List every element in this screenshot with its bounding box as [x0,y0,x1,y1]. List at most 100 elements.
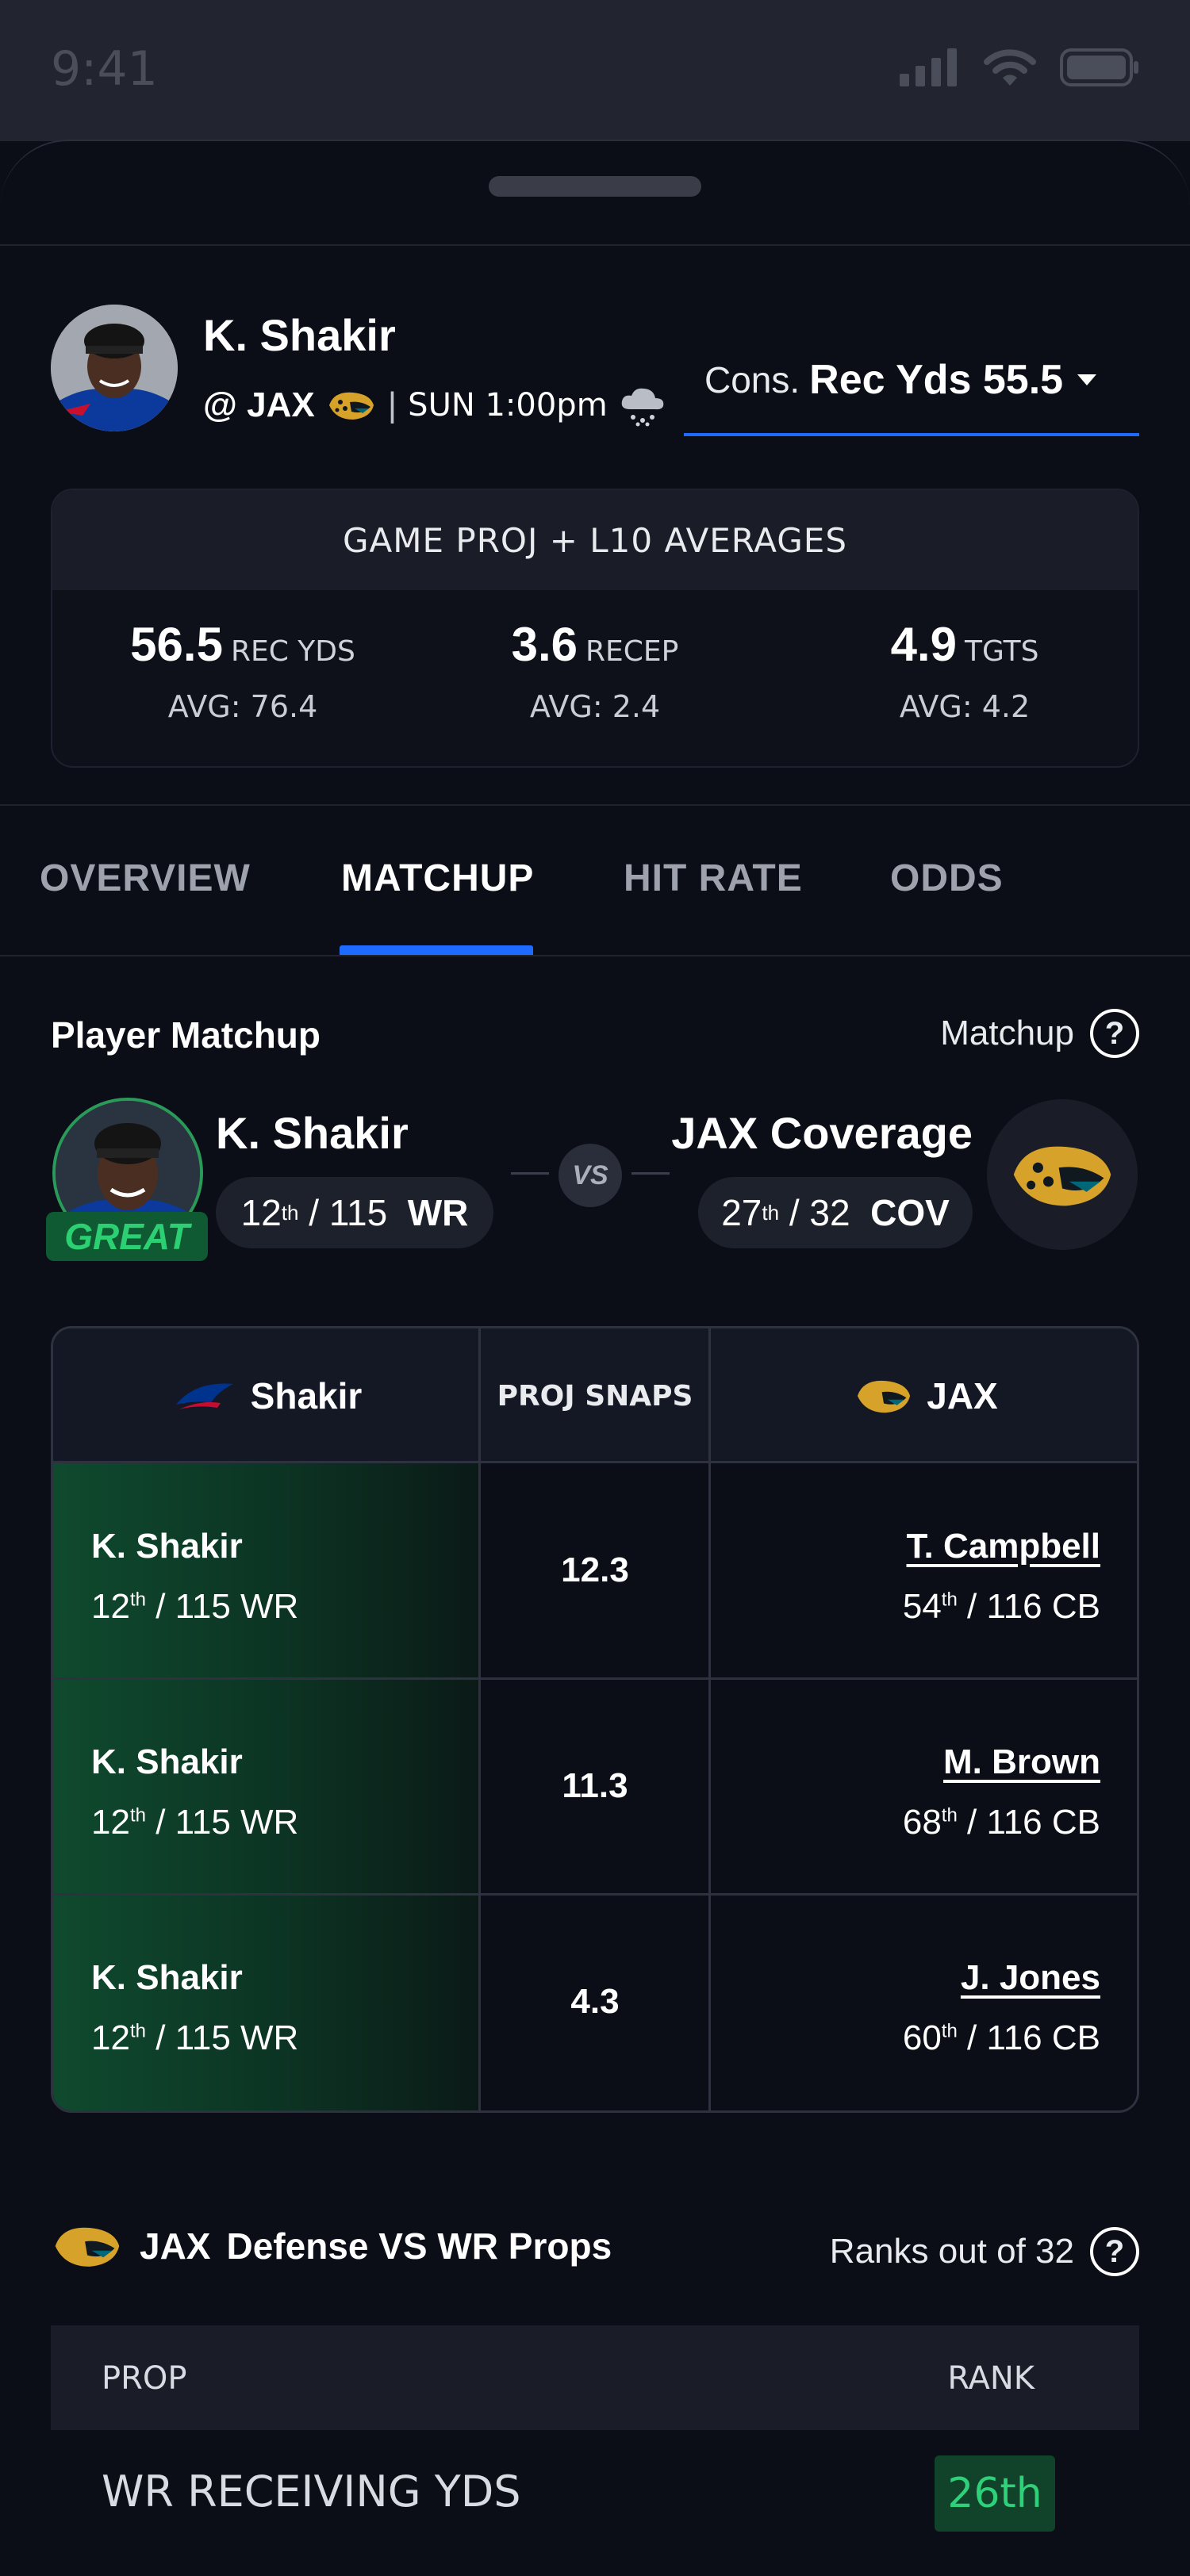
rank-suffix: th [941,2020,958,2042]
rank-position: COV [870,1192,950,1233]
jaguars-logo-icon [328,392,374,420]
table-row-defender: J. Jones 60th / 116 CB [903,1958,1100,2058]
rank-number: 27 [721,1192,762,1233]
tab-odds[interactable]: ODDS [890,857,1004,900]
table-row-defender: T. Campbell 54th / 116 CB [903,1527,1100,1627]
rank-number: 12 [91,1803,130,1842]
sheet-grabber[interactable] [489,176,701,197]
prop-dropdown[interactable]: Cons. Rec Yds 55.5 [684,327,1139,436]
col-prop: PROP [102,2360,187,2397]
snow-weather-icon [621,388,663,427]
game-info: @ JAX | SUN 1:00pm [203,384,666,427]
defender-name-link[interactable]: M. Brown [903,1742,1100,1782]
proj-stat-rec-yds: 56.5 REC YDS AVG: 76.4 [84,617,401,724]
stat-value: 4.9 [890,618,957,671]
proj-snaps-value: 4.3 [570,1982,620,2021]
signal-icon [900,48,957,86]
rank-rest: / 116 CB [967,2018,1100,2057]
rank-rest: / 115 WR [155,1803,299,1842]
matchup-help-label: Matchup [940,1014,1074,1052]
table-row[interactable]: WR RECEIVING YDS 26th [51,2430,1139,2554]
proj-stat-tgts: 4.9 TGTS AVG: 4.2 [806,617,1123,724]
player-matchup-title: Player Matchup [51,1014,321,1056]
prop-value: Rec Yds 55.5 [809,357,1064,403]
jaguars-logo-icon [987,1099,1138,1250]
header-player: Shakir [53,1328,480,1463]
header-defense: JAX [710,1328,1137,1463]
game-time: SUN 1:00pm [408,387,608,424]
rank-number: 54 [902,1587,942,1626]
rank-suffix: th [129,2020,146,2042]
battery-icon [1060,48,1138,86]
defender-name-link[interactable]: J. Jones [903,1958,1100,1998]
ranks-help-label: Ranks out of 32 [829,2232,1074,2271]
rank-rest: / 116 CB [967,1803,1100,1842]
header-proj-snaps-label: PROJ SNAPS [497,1379,693,1413]
matchup-grade-badge: GREAT [46,1212,208,1261]
matchup-table: Shakir PROJ SNAPS JAX K. Shakir 12th / 1… [51,1326,1139,2113]
header-player-label: Shakir [250,1375,363,1416]
divider [0,804,1190,806]
rank-number: 68 [902,1803,942,1842]
rank-suffix: th [129,1804,146,1827]
bills-logo-icon [175,1383,233,1409]
opponent-label: @ JAX [203,385,315,424]
chevron-down-icon [1077,374,1097,385]
proj-snaps-value: 12.3 [561,1551,629,1589]
stat-average: AVG: 76.4 [167,689,318,724]
tab-hit-rate[interactable]: HIT RATE [624,857,803,900]
projection-title: GAME PROJ + L10 AVERAGES [52,490,1138,590]
player-name: K. Shakir [203,310,396,360]
status-icons [900,48,1139,87]
col-rank: RANK [947,2360,1035,2397]
rank-suffix: th [941,1589,958,1611]
table-row-player: K. Shakir 12th / 115 WR [91,1742,298,1842]
rank-number: 12 [91,2018,130,2057]
matchup-help[interactable]: Matchup ? [940,1009,1139,1058]
proj-stat-recep: 3.6 RECEP AVG: 2.4 [436,617,754,724]
table-row-player: K. Shakir 12th / 115 WR [91,1527,298,1627]
defense-rank-pill: 27th / 32 COV [698,1177,973,1248]
stat-average: AVG: 2.4 [529,689,661,724]
rank-number: 12 [91,1587,130,1626]
stat-unit: RECEP [585,635,679,668]
header-proj-snaps: PROJ SNAPS [480,1328,710,1463]
help-icon[interactable]: ? [1090,2227,1139,2276]
defender-name-link[interactable]: T. Campbell [903,1527,1101,1566]
jaguars-logo-icon [55,2227,120,2267]
proj-snaps-value: 11.3 [562,1766,628,1805]
row-divider [53,1893,1137,1896]
player-name: K. Shakir [91,1527,243,1566]
wifi-icon [984,49,1036,86]
jaguars-logo-icon [858,1380,911,1413]
header-defense-label: JAX [927,1375,998,1416]
vs-badge: VS [559,1144,622,1207]
stat-average: AVG: 4.2 [899,689,1031,724]
ranks-help[interactable]: Ranks out of 32 ? [830,2227,1139,2276]
rank-position: WR [407,1192,469,1233]
stat-value: 56.5 [130,618,223,671]
rank-total: / 115 [309,1192,388,1233]
divider [0,955,1190,956]
rank-suffix: th [281,1200,299,1225]
status-bar: 9:41 [0,0,1190,141]
tab-overview[interactable]: OVERVIEW [40,857,251,900]
tab-matchup[interactable]: MATCHUP [341,857,534,900]
matchup-player-name: K. Shakir [216,1108,409,1158]
defense-props-label: Defense VS WR Props [226,2225,612,2267]
player-rank-pill: 12th / 115 WR [216,1177,493,1248]
player-avatar [51,305,178,431]
row-divider [53,1677,1137,1680]
rank-number: 12 [240,1192,282,1233]
help-icon[interactable]: ? [1090,1009,1139,1058]
prop-prefix: Cons. [704,359,800,401]
matchup-defense-name: JAX Coverage [671,1108,973,1158]
separator: | [387,385,397,424]
stat-unit: TGTS [964,635,1039,668]
prop-name: WR RECEIVING YDS [102,2467,521,2517]
stat-value: 3.6 [511,618,578,671]
table-row-player: K. Shakir 12th / 115 WR [91,1958,298,2058]
rank-suffix: th [762,1200,780,1225]
divider [0,244,1190,246]
rank-number: 60 [902,2018,942,2057]
